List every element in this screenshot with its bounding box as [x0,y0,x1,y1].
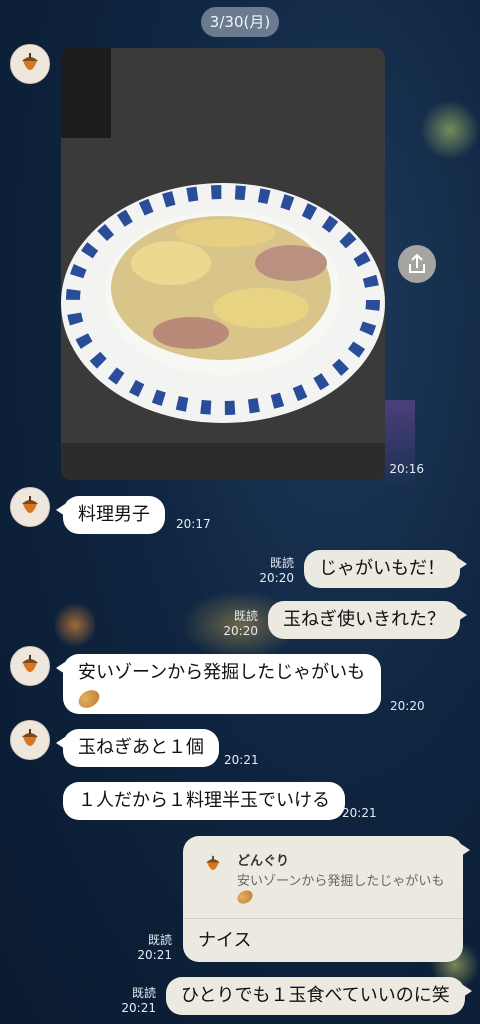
photo-message[interactable] [61,48,385,480]
message-bubble[interactable]: １人だから１料理半玉でいける [63,782,345,820]
share-button[interactable] [398,245,436,283]
message-bubble[interactable]: 料理男子 [56,496,165,534]
acorn-icon [22,53,38,70]
message-bubble[interactable]: 安いゾーンから発掘したじゃがいも [56,654,381,714]
avatar[interactable] [10,646,50,686]
message-text: 玉ねぎあと１個 [78,737,204,758]
message-text: じゃがいもだ！ [319,558,445,579]
acorn-icon [22,729,38,746]
acorn-icon [206,855,220,870]
message-bubble[interactable]: じゃがいもだ！ [304,550,467,588]
read-receipt: 既読 [269,556,294,570]
message-time: 20:20 [223,624,258,638]
message-time: 20:21 [342,806,377,820]
message-text: ナイス [198,930,252,951]
share-icon [409,253,425,273]
potato-emoji [235,887,255,906]
message-time: 20:21 [121,1001,156,1015]
message-text: 安いゾーンから発掘したじゃがいも [78,662,366,683]
message-time: 20:16 [389,462,424,476]
message-bubble[interactable]: ひとりでも１玉食べていいのに笑 [166,977,472,1015]
food-photo [61,48,385,480]
date-separator: 3/30(月) [201,7,279,37]
message-time: 20:20 [259,571,294,585]
message-bubble[interactable]: 玉ねぎあと１個 [56,729,219,767]
quoted-sender-name: どんぐり [237,854,290,869]
acorn-icon [22,496,38,513]
read-receipt: 既読 [233,609,258,623]
quoted-message[interactable]: どんぐり 安いゾーンから発掘したじゃがいも [183,836,463,919]
background-light [385,400,415,490]
avatar[interactable] [10,720,50,760]
potato-emoji [75,686,103,712]
message-time: 20:21 [137,948,172,962]
quoted-message-text: 安いゾーンから発掘したじゃがいも [235,870,444,906]
message-text: 料理男子 [78,504,150,525]
read-receipt: 既読 [147,933,172,947]
message-bubble[interactable]: 玉ねぎ使いきれた？ [268,601,467,639]
message-text: １人だから１料理半玉でいける [78,790,330,811]
avatar[interactable] [10,487,50,527]
message-time: 20:21 [224,753,259,767]
acorn-icon [22,655,38,672]
reply-message-bubble[interactable]: どんぐり 安いゾーンから発掘したじゃがいも ナイス [183,836,470,962]
message-time: 20:17 [176,517,211,531]
message-text: 玉ねぎ使いきれた？ [283,609,445,630]
message-time: 20:20 [390,699,425,713]
background-light [55,600,95,650]
background-light [420,100,480,160]
avatar[interactable] [10,44,50,84]
read-receipt: 既読 [131,986,156,1000]
message-text: ひとりでも１玉食べていいのに笑 [181,985,450,1006]
